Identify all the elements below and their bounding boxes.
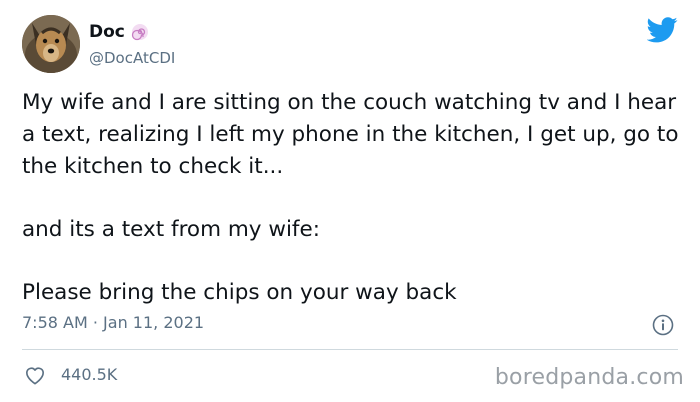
info-icon[interactable]: [652, 314, 674, 336]
tweet-time: 7:58 AM: [22, 313, 88, 332]
avatar[interactable]: [22, 15, 80, 73]
tweet-date: Jan 11, 2021: [103, 313, 205, 332]
dog-avatar-image: [22, 15, 80, 73]
watermark: boredpanda.com: [494, 365, 684, 390]
swirl-emoji-icon: [131, 23, 149, 41]
author-handle[interactable]: @DocAtCDI: [89, 49, 175, 67]
divider: [22, 349, 678, 350]
twitter-bird-icon[interactable]: [646, 17, 678, 43]
tweet-body: My wife and I are sitting on the couch w…: [22, 87, 682, 309]
like-count[interactable]: 440.5K: [61, 365, 117, 384]
tweet-card: Doc @DocAtCDI My wife and I are sitting …: [0, 0, 700, 402]
tweet-text-paragraph-1: My wife and I are sitting on the couch w…: [22, 90, 679, 179]
meta-separator: ·: [92, 313, 98, 332]
author-display-name[interactable]: Doc: [89, 22, 125, 42]
tweet-timestamp[interactable]: 7:58 AM · Jan 11, 2021: [22, 313, 204, 332]
heart-icon[interactable]: [24, 365, 46, 385]
tweet-text-paragraph-2: and its a text from my wife:: [22, 217, 320, 242]
tweet-text-paragraph-3: Please bring the chips on your way back: [22, 280, 457, 305]
